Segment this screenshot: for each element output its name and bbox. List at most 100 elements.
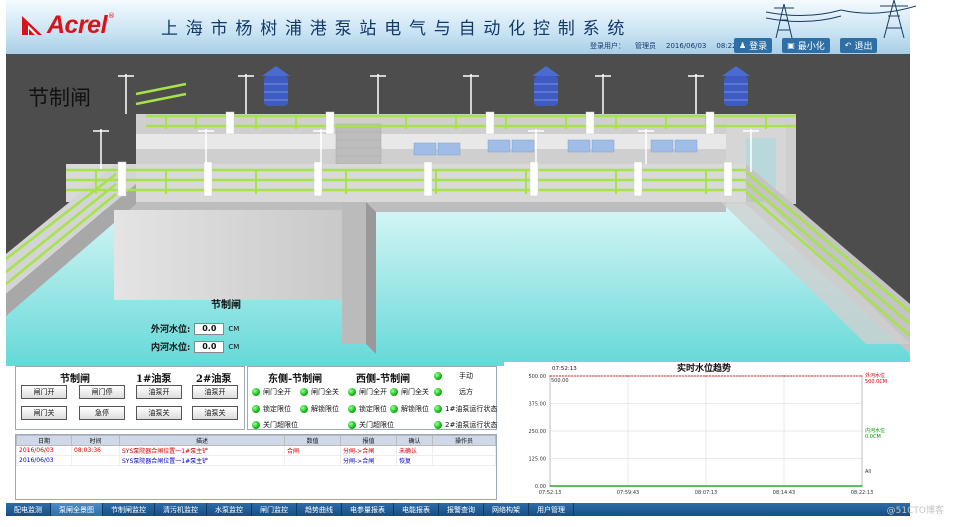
x-tick-label: 08:22:13 [851,490,873,496]
inner-level-value: 0.0 [194,340,225,353]
y-tick-label: 500.00 [529,374,547,380]
nav-tab-11[interactable]: 用户管理 [529,503,574,516]
x-tick-label: 08:14:43 [773,490,795,496]
nav-tab-5[interactable]: 闸门监控 [252,503,297,516]
nav-tab-1[interactable]: 泵闸全景图 [51,503,103,516]
status-pump1-running: 1#油泵运行状态 [434,404,497,414]
series-point-0 [627,375,629,377]
status-label: 闸门全开 [359,388,387,396]
title-bar: Acrel ® 上海市杨树浦港泵站电气与自动化控制系统 登录用户： 管理员 2016… [6,0,916,54]
outer-level-unit: CM [228,324,240,333]
table-cell: SYS泵院器合闸位置一1#泵主铲 [119,445,285,456]
indicator-light-icon [390,405,398,413]
gate-close-button[interactable]: 闸门关 [21,406,67,420]
gate-control-header: 节制闸 [60,374,90,385]
table-row[interactable]: 2016/06/03 SYS泵院器合闸位置一1#泵主铲 分闸->合闸 恢复 [16,455,496,466]
user-label: 登录用户： [590,42,625,50]
pump2-header: 2#油泵 [196,374,232,385]
status-label: 锁定限位 [263,405,291,413]
pump1-close-button[interactable]: 油泵关 [136,406,182,420]
west-status-fully-open: 闸门全开 [348,387,387,397]
table-cell: 分闸->合闸 [340,445,397,456]
registered-mark: ® [108,12,116,20]
series-point-1 [705,485,707,487]
table-cell: 合闸 [284,445,341,456]
west-status-overlimit: 关门超限位 [348,420,394,430]
table-cell: SYS泵院器合闸位置一1#泵主铲 [119,455,285,466]
outer-water-level: 外河水位: 0.0 CM [151,322,239,335]
chart-title: 实时水位趋势 [677,362,731,374]
gate-open-button[interactable]: 闸门开 [21,385,67,399]
emergency-stop-button[interactable]: 急停 [79,406,125,420]
login-button[interactable]: ♟ 登录 [734,38,773,53]
status-pump2-running: 2#油泵运行状态 [434,420,497,430]
table-row[interactable]: 2016/06/03 08:03:36 SYS泵院器合闸位置一1#泵主铲 合闸 分闸->… [16,445,496,456]
minimize-button[interactable]: ▣ 最小化 [782,38,830,53]
minimize-icon: ▣ [787,41,795,50]
header-actions: ♟ 登录 ▣ 最小化 ↶ 退出 [734,38,878,53]
y-tick-label: 250.00 [529,429,547,435]
series-point-0 [705,375,707,377]
east-status-fully-closed: 闸门全关 [300,387,339,397]
table-cell: 恢复 [396,455,433,466]
control-panel: 节制闸 1#油泵 2#油泵 闸门开 闸门停 油泵开 油泵开 闸门关 急停 油泵关… [15,366,245,430]
pump2-close-button[interactable]: 油泵关 [192,406,238,420]
exit-button[interactable]: ↶ 退出 [839,38,878,53]
gate-scene: 节制闸 节制闸 外河水位: 0.0 CM 内河水位: 0.0 CM [6,54,910,366]
system-title: 上海市杨树浦港泵站电气与自动化控制系统 [161,19,633,39]
pump1-header: 1#油泵 [136,374,172,385]
nav-tab-6[interactable]: 趋势曲线 [297,503,342,516]
status-label: 锁定限位 [359,405,387,413]
table-cell: 未确认 [396,445,433,456]
series-point-1 [861,485,863,487]
series-point-1 [549,485,551,487]
inner-level-unit: CM [228,342,240,351]
nav-tab-8[interactable]: 电能报表 [394,503,439,516]
outer-level-label: 外河水位: [151,325,191,335]
column-header: 描述 [119,435,285,446]
column-header: 数值 [284,435,341,446]
west-status-fully-closed: 闸门全关 [390,387,429,397]
west-status-unlock: 解锁限位 [390,404,429,414]
indicator-light-icon [252,388,260,396]
nav-tab-4[interactable]: 水泵监控 [207,503,252,516]
column-header: 确认 [396,435,433,446]
west-gate-header: 西侧-节制闸 [356,374,411,385]
east-gate-header: 东侧-节制闸 [268,374,323,385]
inner-level-label: 内河水位: [151,343,191,353]
brand-name: Acrel [47,10,108,39]
table-cell [432,455,496,466]
water-level-trend-chart: 实时水位趋势07:52:130.00125.00250.00375.00500.… [529,362,888,496]
series-point-0 [549,375,551,377]
nav-tab-10[interactable]: 网络构架 [484,503,529,516]
nav-tab-2[interactable]: 节制闸监控 [103,503,155,516]
status-label: 闸门全开 [263,388,291,396]
series-point-1 [783,485,785,487]
x-tick-label: 07:59:43 [617,490,639,496]
column-header: 操作员 [432,435,496,446]
nav-tab-3[interactable]: 清污机监控 [155,503,207,516]
legend-series-name-1: 内河水位 [865,427,885,434]
table-cell [432,445,496,456]
gate-stop-button[interactable]: 闸门停 [79,385,125,399]
user-icon: ♟ [739,41,747,50]
nav-tab-9[interactable]: 报警查询 [439,503,484,516]
pump2-open-button[interactable]: 油泵开 [192,385,238,399]
status-label: 解锁限位 [311,405,339,413]
legend-series-name-0: 外河水位 [865,372,885,379]
east-status-overlimit: 关门超限位 [252,420,298,430]
status-label: 闸门全关 [401,388,429,396]
status-label: 关门超限位 [359,421,394,429]
exit-label: 退出 [854,42,873,52]
indicator-light-icon [252,421,260,429]
alarm-table: 日期 时间 描述 数值 报值 确认 操作员 2016/06/03 08:03:36… [16,435,496,466]
status-manual: 手动 [434,371,473,381]
indicator-light-icon [348,405,356,413]
outer-level-value: 0.0 [194,322,225,335]
pump1-open-button[interactable]: 油泵开 [136,385,182,399]
nav-tab-0[interactable]: 配电监测 [6,503,51,516]
gate-3d-illustration [6,54,910,366]
nav-tab-7[interactable]: 电参量报表 [342,503,394,516]
x-tick-label: 07:52:13 [539,490,561,496]
east-status-fully-open: 闸门全开 [252,387,291,397]
